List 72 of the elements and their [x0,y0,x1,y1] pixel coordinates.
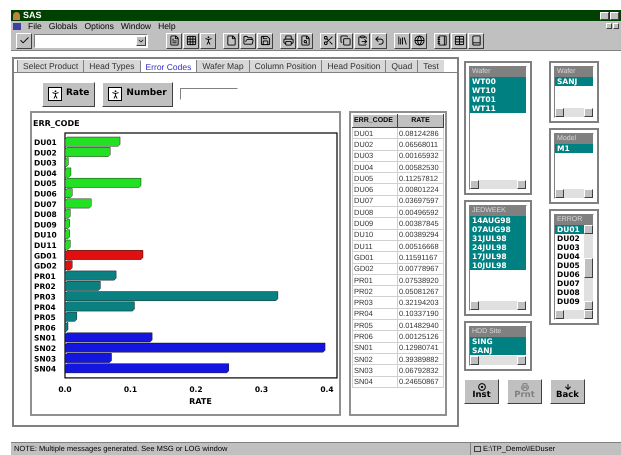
undo-button[interactable] [371,32,387,48]
new-file-icon [226,35,236,46]
horizontal-scrollbar[interactable] [470,180,526,189]
library-icon [396,35,408,46]
runner-button[interactable] [200,32,216,48]
notebook-icon [436,35,448,46]
horizontal-scrollbar[interactable] [555,189,593,198]
axis-title: ERR_CODE [33,118,81,130]
action-button[interactable]: Number [102,82,173,106]
check-button[interactable] [16,32,32,48]
cut-icon [322,35,334,46]
table-icon [454,35,464,46]
app-icon [13,12,20,20]
horizontal-scrollbar[interactable] [470,301,526,310]
save-button[interactable] [257,32,273,48]
menu-item[interactable]: Help [158,22,176,30]
cut-button[interactable] [320,32,336,48]
undo-icon [374,35,384,46]
axis-title: RATE [189,396,212,408]
bar [64,136,120,146]
tab[interactable]: Column Position [248,60,322,72]
check-icon [18,35,30,46]
command-combo[interactable] [34,34,148,48]
open-folder-icon [242,35,254,46]
library-button[interactable] [394,32,410,48]
vertical-scrollbar[interactable] [584,225,593,310]
menu-item[interactable]: Globals [48,22,78,30]
paste-button[interactable] [354,32,370,48]
globe-button[interactable] [411,32,427,48]
tab[interactable]: Test [417,60,444,72]
disc-icon [478,383,486,392]
book-icon [470,35,482,46]
new-file-button[interactable] [223,32,239,48]
window-title: SAS [23,11,42,20]
grid-button[interactable] [183,32,199,48]
preview-button[interactable] [297,32,313,48]
menu-item[interactable]: File [28,22,42,30]
horizontal-scrollbar[interactable] [470,356,526,365]
tab[interactable]: Head Position [321,60,386,72]
book-button[interactable] [468,32,484,48]
copy-button[interactable] [337,32,353,48]
open-folder-button[interactable] [240,32,256,48]
horizontal-scrollbar[interactable] [555,108,593,117]
copy-icon [340,35,350,46]
menu-item[interactable]: Window [120,22,152,30]
command-button[interactable]: Back [550,379,585,404]
paste-icon [356,35,368,46]
print-icon [520,383,528,392]
tab[interactable]: Wafer Map [196,60,249,72]
runner-icon [108,87,122,101]
action-button[interactable]: Rate [42,82,96,106]
dropdown-icon [136,36,146,46]
tab[interactable]: Error Codes [140,60,196,72]
runner-icon [48,87,62,101]
list-icon [168,35,180,46]
tab[interactable]: Head Types [83,60,140,72]
save-icon [260,35,270,46]
list-button[interactable] [166,32,182,48]
runner-icon [202,35,214,46]
globe-icon [414,35,424,46]
tab[interactable]: Select Product [17,60,84,72]
table-button[interactable] [451,32,467,48]
command-button[interactable]: Inst [464,379,499,404]
print-icon [282,35,294,46]
horizontal-scrollbar[interactable] [555,310,593,319]
grid-icon [186,35,196,46]
down-arrow-icon [564,383,572,392]
menu-item[interactable]: Options [84,22,114,30]
print-button[interactable] [280,32,296,48]
preview-icon [300,35,310,46]
tab[interactable]: Quad [385,60,418,72]
notebook-button[interactable] [434,32,450,48]
